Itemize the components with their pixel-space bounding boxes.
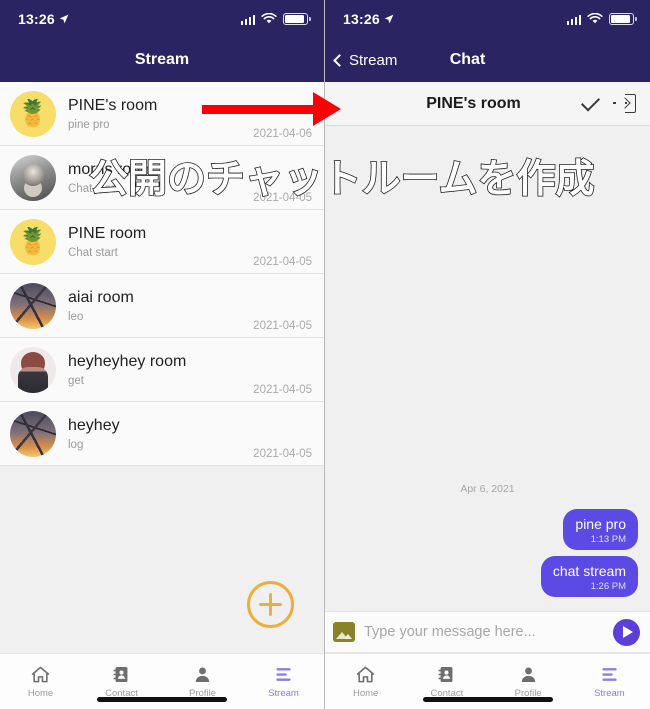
back-to-stream-button[interactable]: Stream (325, 52, 397, 69)
room-list-item-body: heyhey log (68, 416, 312, 451)
tab-home[interactable]: Home (325, 654, 406, 709)
tab-home[interactable]: Home (0, 654, 81, 709)
message-row: pine pro 1:13 PM (337, 509, 638, 550)
message-text: pine pro (575, 516, 626, 532)
arrow-head (313, 92, 341, 126)
message-bubble[interactable]: pine pro 1:13 PM (563, 509, 638, 550)
wifi-icon (261, 13, 277, 24)
tab-stream[interactable]: Stream (569, 654, 650, 709)
status-indicators-left (240, 13, 311, 25)
right-phone-screen: 13:26 Stream Chat PINE's room Apr 6, 202… (325, 0, 650, 709)
room-date: 2021-04-05 (253, 320, 312, 332)
send-icon[interactable] (613, 618, 640, 646)
message-composer (325, 611, 650, 653)
room-name: heyheyhey room (68, 353, 187, 370)
red-right-arrow (202, 92, 341, 126)
pineapple-avatar (10, 218, 56, 265)
battery-full-icon (283, 13, 311, 25)
arrow-shaft (202, 104, 314, 114)
plus-circle-icon-vertical (268, 593, 273, 616)
room-name: aiai room (68, 289, 134, 306)
status-time-right: 13:26 (343, 11, 394, 27)
status-time-left: 13:26 (18, 11, 69, 27)
status-bar-left: 13:26 (0, 0, 324, 38)
back-button-label: Stream (349, 51, 398, 69)
cellular-signal-icon (240, 14, 255, 25)
exit-room-icon[interactable] (613, 93, 636, 116)
message-text: chat stream (552, 563, 626, 579)
right-navbar: Stream Chat (325, 38, 650, 82)
room-list-item-body: heyheyhey room get (68, 352, 312, 387)
room-list-item-body: PINE room Chat start (68, 224, 312, 259)
sakura-avatar (10, 282, 56, 329)
bottom-tabbar-right: Home Contact Profile Stream (325, 653, 650, 709)
day-separator: Apr 6, 2021 (460, 483, 515, 495)
left-navbar: Stream (0, 38, 324, 82)
wifi-icon (587, 13, 603, 24)
left-nav-title: Stream (134, 51, 190, 68)
location-arrow-icon (384, 14, 394, 24)
room-date: 2021-04-05 (253, 384, 312, 396)
message-time: 1:26 PM (590, 581, 626, 592)
tab-home-label: Home (27, 687, 54, 699)
room-list-item[interactable]: PINE room Chat start 2021-04-05 (0, 210, 324, 274)
room-list-item[interactable]: heyheyhey room get 2021-04-05 (0, 338, 324, 402)
home-indicator-left (97, 697, 227, 702)
pineapple-avatar (10, 90, 56, 137)
bottom-tabbar-left: Home Contact Profile Stream (0, 653, 324, 709)
home-icon (31, 666, 50, 682)
contacts-icon (113, 666, 128, 682)
status-time-text-left: 13:26 (18, 11, 55, 27)
stream-icon (602, 667, 617, 681)
tab-home-label: Home (352, 687, 379, 699)
message-time: 1:13 PM (590, 534, 626, 545)
person-icon (521, 667, 535, 682)
stream-icon (276, 667, 291, 681)
annotation-caption: 公開のチャットルームを作成 (88, 156, 595, 203)
check-icon[interactable] (580, 91, 601, 112)
status-indicators-right (566, 13, 637, 25)
room-date: 2021-04-06 (253, 128, 312, 140)
person-icon (195, 667, 210, 682)
room-list-empty-area (0, 466, 324, 653)
room-name: heyhey (68, 417, 120, 434)
portrait-avatar (10, 154, 56, 201)
tab-stream[interactable]: Stream (243, 654, 324, 709)
location-arrow-icon (59, 14, 69, 24)
room-date: 2021-04-05 (253, 256, 312, 268)
image-attach-icon[interactable] (333, 622, 355, 642)
dual-screenshot: 13:26 Stream PINE' (0, 0, 650, 709)
chevron-left-icon (333, 53, 346, 67)
room-name: PINE room (68, 225, 147, 242)
status-time-text-right: 13:26 (343, 11, 380, 27)
tab-stream-label: Stream (268, 687, 299, 699)
message-bubble[interactable]: chat stream 1:26 PM (540, 556, 638, 597)
chat-room-actions (580, 91, 636, 116)
home-icon (356, 666, 375, 682)
message-input[interactable] (364, 624, 604, 640)
tab-stream-label: Stream (594, 687, 625, 699)
sakura-avatar (10, 410, 56, 457)
room-list-item[interactable]: heyhey log 2021-04-05 (0, 402, 324, 466)
anime-avatar (10, 346, 56, 393)
room-date: 2021-04-05 (253, 448, 312, 460)
battery-full-icon (609, 13, 637, 25)
room-list: PINE's room pine pro 2021-04-06 morris r… (0, 82, 324, 466)
create-room-fab[interactable] (247, 581, 294, 628)
message-row: chat stream 1:26 PM (337, 556, 638, 597)
chat-room-title: PINE's room (426, 94, 521, 112)
room-list-item-body: aiai room leo (68, 288, 312, 323)
cellular-signal-icon (566, 14, 581, 25)
contacts-icon (438, 666, 453, 682)
chat-room-header: PINE's room (325, 82, 650, 126)
room-list-item[interactable]: aiai room leo 2021-04-05 (0, 274, 324, 338)
home-indicator-right (422, 697, 553, 702)
status-bar-right: 13:26 (325, 0, 650, 38)
